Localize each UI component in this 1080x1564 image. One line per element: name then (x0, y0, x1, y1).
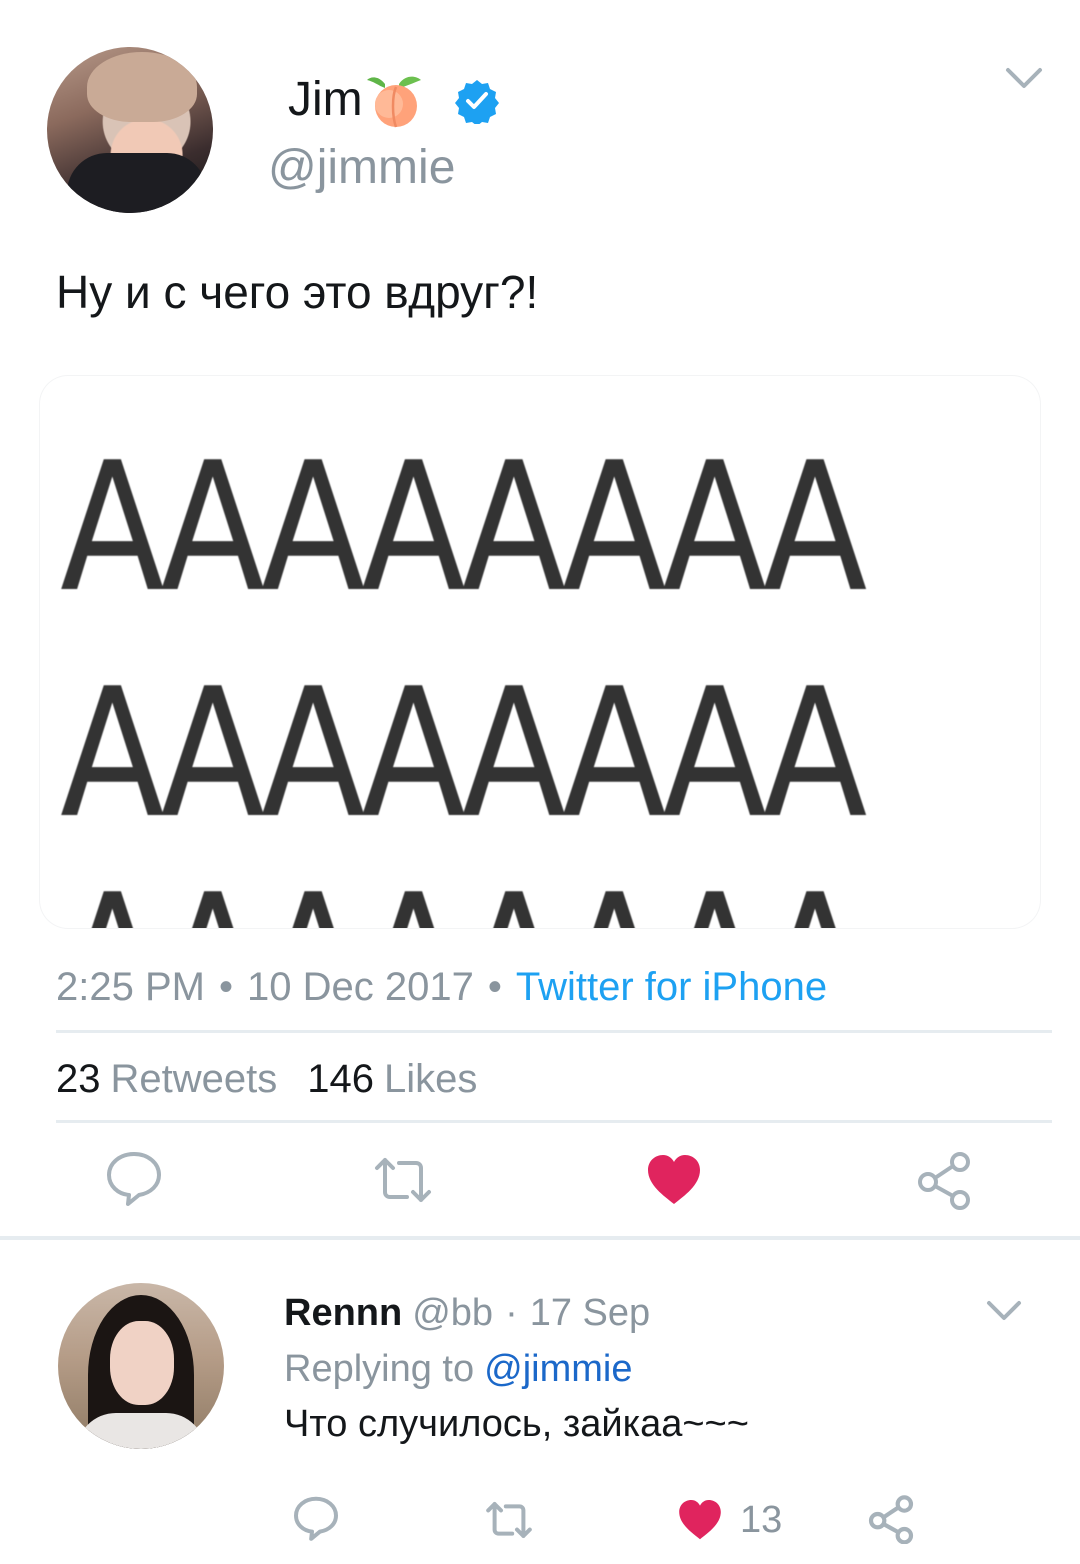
tweet-stats: 23 Retweets 146 Likes (56, 1055, 477, 1103)
separator-dot: · (505, 1292, 518, 1334)
replying-to-mention[interactable]: @jimmie (484, 1348, 632, 1390)
heart-icon[interactable] (676, 1496, 724, 1544)
retweets-label: Retweets (110, 1057, 278, 1101)
author-display-name[interactable]: Jim (288, 72, 427, 128)
likes-count: 146 (307, 1057, 374, 1101)
media-text-row: AAAAAAAA (60, 650, 867, 857)
reply-likes-count: 13 (740, 1499, 783, 1541)
separator-dot: • (487, 965, 502, 1009)
retweets-count: 23 (56, 1057, 101, 1101)
likes-label: Likes (384, 1057, 478, 1101)
heart-icon[interactable] (644, 1150, 704, 1210)
media-text-row: AAAAAAAA (60, 424, 867, 631)
likes-stat[interactable]: 146 Likes (307, 1057, 477, 1101)
reply-text: Что случилось, зайкаа~~~ (284, 1403, 749, 1445)
retweet-icon[interactable] (373, 1150, 433, 1210)
reply-icon[interactable] (104, 1148, 164, 1208)
divider (56, 1120, 1052, 1123)
peach-emoji-icon (366, 76, 421, 128)
share-icon[interactable] (866, 1494, 916, 1544)
replying-to: Replying to @jimmie (284, 1346, 632, 1392)
tweet-meta: 2:25 PM • 10 Dec 2017 • Twitter for iPhone (56, 963, 827, 1011)
tweet-media-image[interactable]: AAAAAAAA AAAAAAAA AAAAAAAA (40, 376, 1040, 928)
separator-dot: • (218, 965, 233, 1009)
tweet-date: 10 Dec 2017 (246, 965, 474, 1009)
author-handle[interactable]: @jimmie (268, 140, 455, 196)
reply-date: 17 Sep (529, 1292, 651, 1334)
replying-to-label: Replying to (284, 1348, 475, 1390)
reply-author-handle[interactable]: @bb (412, 1292, 493, 1334)
divider (56, 1030, 1052, 1033)
share-icon[interactable] (914, 1150, 974, 1210)
author-avatar[interactable] (47, 47, 213, 213)
chevron-down-icon[interactable] (984, 1296, 1024, 1328)
tweet-text: Ну и с чего это вдруг?! (56, 266, 539, 318)
media-text-row: AAAAAAAA (60, 870, 903, 929)
reply-header: Rennn @bb · 17 Sep (284, 1290, 650, 1336)
author-name-text: Jim (288, 73, 363, 126)
verified-badge-icon (455, 80, 499, 124)
chevron-down-icon[interactable] (1002, 62, 1046, 98)
retweets-stat[interactable]: 23 Retweets (56, 1057, 277, 1101)
section-divider (0, 1236, 1080, 1240)
tweet-source-link[interactable]: Twitter for iPhone (516, 965, 827, 1009)
reply-icon[interactable] (292, 1494, 340, 1542)
retweet-icon[interactable] (484, 1496, 534, 1544)
reply-author-avatar[interactable] (58, 1283, 224, 1449)
reply-author-name[interactable]: Rennn (284, 1292, 402, 1334)
tweet-time: 2:25 PM (56, 965, 205, 1009)
